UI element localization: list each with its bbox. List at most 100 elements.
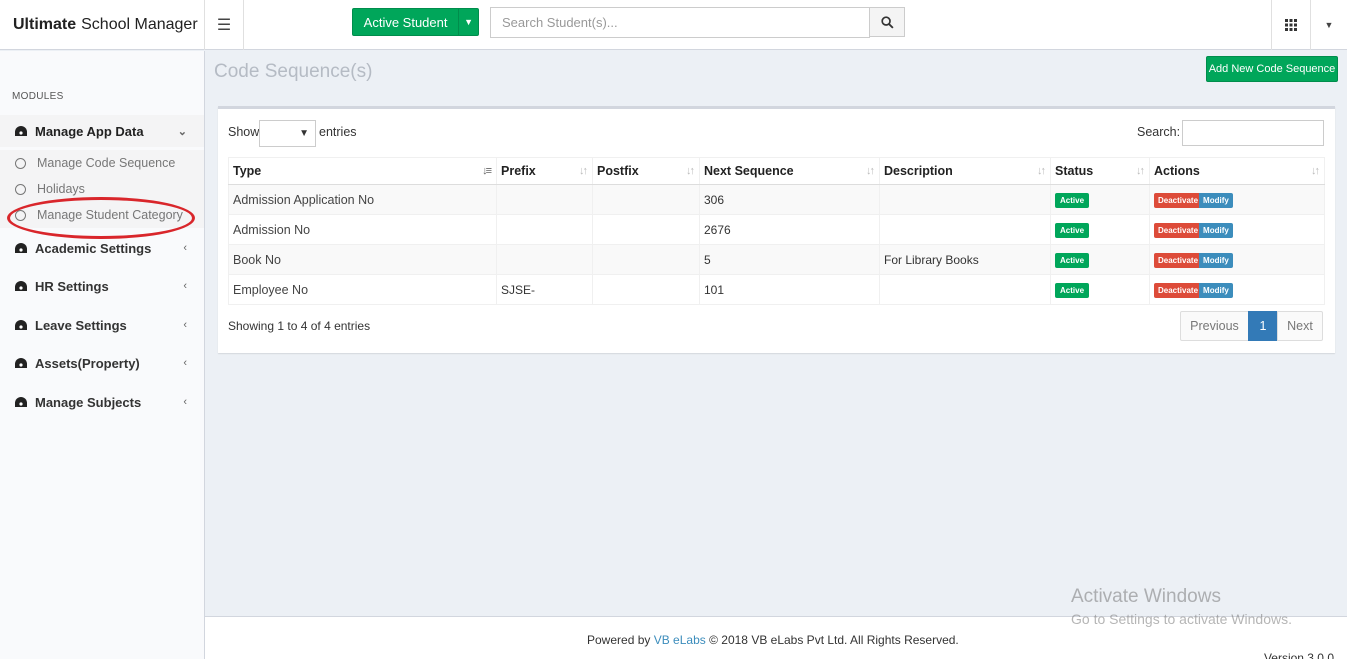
- deactivate-button[interactable]: Deactivate: [1154, 252, 1203, 268]
- column-header-actions[interactable]: Actions ↓↑: [1149, 157, 1325, 185]
- circle-icon: [15, 183, 26, 195]
- grid-icon: [1285, 19, 1297, 31]
- sidebar-subitem-holidays[interactable]: Holidays: [0, 176, 204, 202]
- circle-icon: [15, 157, 26, 169]
- caret-down-icon[interactable]: ▼: [458, 9, 478, 35]
- sidebar-item-leave-settings[interactable]: Leave Settings ‹: [0, 309, 204, 341]
- page-title: Code Sequence(s): [214, 61, 373, 82]
- sidebar-subitem-manage-student-category[interactable]: Manage Student Category: [0, 202, 204, 228]
- brand-rest: School Manager: [81, 16, 198, 33]
- modify-button[interactable]: Modify: [1199, 192, 1233, 208]
- cell-postfix: [592, 184, 700, 215]
- sidebar-subitem-manage-code-sequence[interactable]: Manage Code Sequence: [0, 150, 204, 176]
- column-header-type[interactable]: Type ↓≡: [228, 157, 497, 185]
- sidebar: MODULES Manage App Data ⌄ Manage Code Se…: [0, 51, 205, 659]
- column-header-next-sequence[interactable]: Next Sequence ↓↑: [699, 157, 880, 185]
- column-header-status[interactable]: Status ↓↑: [1050, 157, 1150, 185]
- version-label: Version 3.0.0: [1263, 651, 1334, 659]
- cell-next-sequence: 2676: [699, 214, 880, 245]
- sidebar-toggle-button[interactable]: ☰: [205, 0, 244, 50]
- pagination-previous[interactable]: Previous: [1180, 311, 1249, 341]
- table-row: Employee No SJSE- 101 Active Deactivate M…: [228, 274, 1325, 305]
- dashboard-icon: [15, 126, 27, 136]
- dashboard-icon: [15, 243, 27, 253]
- cell-prefix: [496, 244, 593, 275]
- modify-button[interactable]: Modify: [1199, 252, 1233, 268]
- deactivate-button[interactable]: Deactivate: [1154, 222, 1203, 238]
- column-header-prefix[interactable]: Prefix ↓↑: [496, 157, 593, 185]
- status-badge: Active: [1055, 192, 1090, 208]
- table-header-row: Type ↓≡ Prefix ↓↑ Postfix ↓↑ Next Sequence ↓…: [228, 157, 1325, 185]
- cell-status: Active: [1050, 244, 1150, 275]
- cell-type: Admission Application No: [228, 184, 497, 215]
- cell-status: Active: [1050, 274, 1150, 305]
- cell-description: [879, 214, 1051, 245]
- table-row: Admission Application No 306 Active Deac…: [228, 184, 1325, 215]
- circle-icon: [15, 209, 26, 221]
- entries-label: entries: [319, 125, 357, 139]
- column-label: Description: [884, 164, 953, 178]
- sidebar-subitem-label: Manage Code Sequence: [37, 156, 176, 170]
- cell-actions: Deactivate Modify: [1149, 244, 1325, 275]
- table-search-label: Search:: [1137, 125, 1181, 139]
- add-new-code-sequence-button[interactable]: Add New Code Sequence: [1206, 56, 1338, 82]
- cell-description: For Library Books: [879, 244, 1051, 275]
- sidebar-heading: MODULES: [12, 91, 64, 102]
- dashboard-icon: [15, 281, 27, 291]
- cell-postfix: [592, 274, 700, 305]
- modify-button[interactable]: Modify: [1199, 222, 1233, 238]
- app-logo[interactable]: Ultimate School Manager: [0, 0, 205, 50]
- pagination-next[interactable]: Next: [1277, 311, 1323, 341]
- pagination: Previous 1 Next: [1180, 311, 1323, 341]
- search-button[interactable]: [869, 7, 905, 37]
- modify-button[interactable]: Modify: [1199, 282, 1233, 298]
- entries-length-select[interactable]: ▼: [259, 120, 316, 147]
- apps-grid-button[interactable]: [1271, 0, 1311, 50]
- cell-description: [879, 184, 1051, 215]
- deactivate-button[interactable]: Deactivate: [1154, 282, 1203, 298]
- sidebar-item-manage-app-data[interactable]: Manage App Data ⌄: [0, 115, 204, 147]
- sort-icon: ↓↑: [686, 165, 695, 177]
- sidebar-item-label: Academic Settings: [35, 240, 152, 256]
- column-label: Prefix: [501, 164, 536, 178]
- copyright-text: © 2018 VB eLabs Pvt Ltd. All Rights Rese…: [709, 633, 959, 647]
- sidebar-item-manage-subjects[interactable]: Manage Subjects ‹: [0, 386, 204, 418]
- hamburger-icon: ☰: [216, 17, 232, 34]
- status-badge: Active: [1055, 252, 1090, 268]
- student-search-input[interactable]: [490, 7, 870, 38]
- column-header-postfix[interactable]: Postfix ↓↑: [592, 157, 700, 185]
- sort-asc-icon: ↓≡: [482, 165, 492, 177]
- chevron-left-icon: ‹: [183, 280, 187, 292]
- vb-elabs-link[interactable]: VB eLabs: [654, 633, 706, 647]
- cell-type: Employee No: [228, 274, 497, 305]
- table-search-input[interactable]: [1182, 120, 1324, 146]
- cell-description: [879, 274, 1051, 305]
- chevron-down-icon: ⌄: [177, 125, 187, 138]
- sidebar-item-hr-settings[interactable]: HR Settings ‹: [0, 270, 204, 302]
- table-row: Book No 5 For Library Books Active Deact…: [228, 244, 1325, 275]
- show-label: Show: [228, 125, 260, 139]
- activate-windows-subtitle: Go to Settings to activate Windows.: [1071, 611, 1292, 627]
- sidebar-item-label: HR Settings: [35, 278, 109, 294]
- dashboard-icon: [15, 358, 27, 368]
- cell-prefix: [496, 214, 593, 245]
- footer-text: Powered by VB eLabs © 2018 VB eLabs Pvt …: [587, 633, 959, 647]
- cell-prefix: SJSE-: [496, 274, 593, 305]
- cell-type: Admission No: [228, 214, 497, 245]
- user-menu-toggle[interactable]: ▼: [1311, 0, 1347, 50]
- search-icon: [880, 15, 894, 29]
- cell-prefix: [496, 184, 593, 215]
- column-label: Postfix: [597, 164, 639, 178]
- chevron-left-icon: ‹: [183, 357, 187, 369]
- brand-bold: Ultimate: [13, 16, 77, 33]
- deactivate-button[interactable]: Deactivate: [1154, 192, 1203, 208]
- pagination-page-1[interactable]: 1: [1248, 311, 1278, 341]
- active-student-dropdown[interactable]: Active Student ▼: [352, 8, 479, 36]
- column-label: Status: [1055, 164, 1094, 178]
- sort-icon: ↓↑: [1037, 165, 1046, 177]
- cell-next-sequence: 5: [699, 244, 880, 275]
- sidebar-item-academic-settings[interactable]: Academic Settings ‹: [0, 232, 204, 264]
- column-header-description[interactable]: Description ↓↑: [879, 157, 1051, 185]
- cell-postfix: [592, 244, 700, 275]
- sidebar-item-assets-property[interactable]: Assets(Property) ‹: [0, 347, 204, 379]
